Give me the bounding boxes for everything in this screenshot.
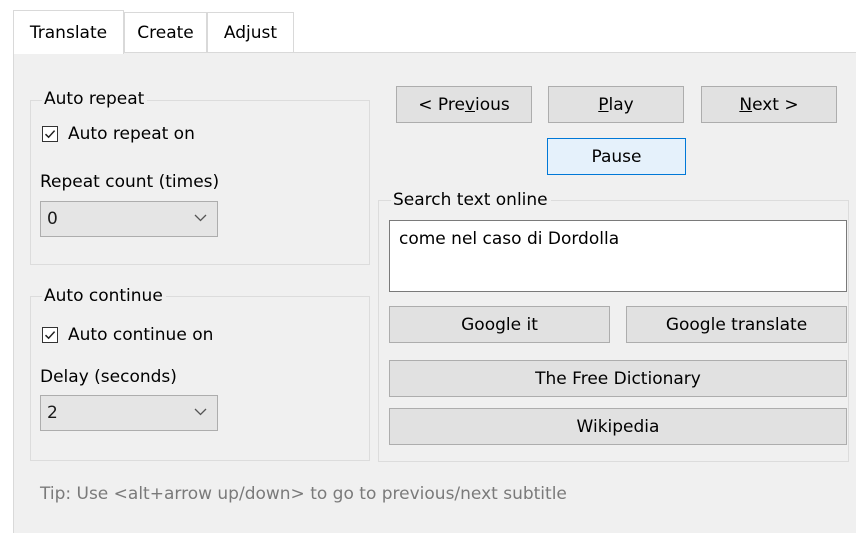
- search-group-label: Search text online: [391, 190, 551, 210]
- tab-adjust-label: Adjust: [223, 22, 278, 43]
- tab-create-label: Create: [137, 22, 194, 43]
- google-translate-button[interactable]: Google translate: [626, 306, 847, 343]
- play-button[interactable]: Play: [548, 86, 684, 123]
- free-dictionary-label: The Free Dictionary: [535, 368, 701, 389]
- delay-select[interactable]: 2: [40, 395, 218, 431]
- next-button-label: Next >: [739, 94, 799, 115]
- tab-translate-label: Translate: [29, 22, 108, 43]
- google-it-button[interactable]: Google it: [389, 306, 610, 343]
- pause-button[interactable]: Pause: [547, 138, 686, 175]
- delay-value: 2: [47, 403, 58, 423]
- auto-repeat-checkbox-label: Auto repeat on: [68, 124, 195, 144]
- checkbox-checked-icon: [42, 126, 58, 142]
- tip-text: Tip: Use <alt+arrow up/down> to go to pr…: [40, 484, 567, 504]
- search-text-input[interactable]: come nel caso di Dordolla: [389, 220, 847, 292]
- chevron-down-icon: [194, 408, 207, 416]
- google-it-label: Google it: [461, 314, 538, 335]
- search-text-value: come nel caso di Dordolla: [399, 229, 620, 249]
- auto-continue-checkbox-label: Auto continue on: [68, 325, 214, 345]
- delay-label: Delay (seconds): [40, 367, 177, 387]
- checkbox-checked-icon: [42, 327, 58, 343]
- tab-create[interactable]: Create: [124, 12, 207, 52]
- tab-translate[interactable]: Translate: [13, 10, 124, 54]
- repeat-count-value: 0: [47, 209, 58, 229]
- repeat-count-select[interactable]: 0: [40, 201, 218, 237]
- tab-adjust[interactable]: Adjust: [207, 12, 294, 52]
- previous-button[interactable]: < Previous: [396, 86, 532, 123]
- google-translate-label: Google translate: [665, 314, 808, 335]
- repeat-count-label: Repeat count (times): [40, 172, 220, 192]
- auto-repeat-group-label: Auto repeat: [42, 89, 148, 109]
- previous-button-label: < Previous: [418, 94, 510, 115]
- wikipedia-label: Wikipedia: [576, 416, 660, 437]
- play-button-label: Play: [598, 94, 634, 115]
- auto-continue-group-label: Auto continue: [42, 286, 166, 306]
- auto-continue-checkbox[interactable]: Auto continue on: [42, 325, 213, 345]
- free-dictionary-button[interactable]: The Free Dictionary: [389, 360, 847, 397]
- wikipedia-button[interactable]: Wikipedia: [389, 408, 847, 445]
- pause-button-label: Pause: [591, 146, 642, 167]
- auto-repeat-checkbox[interactable]: Auto repeat on: [42, 124, 195, 144]
- chevron-down-icon: [194, 214, 207, 222]
- next-button[interactable]: Next >: [701, 86, 837, 123]
